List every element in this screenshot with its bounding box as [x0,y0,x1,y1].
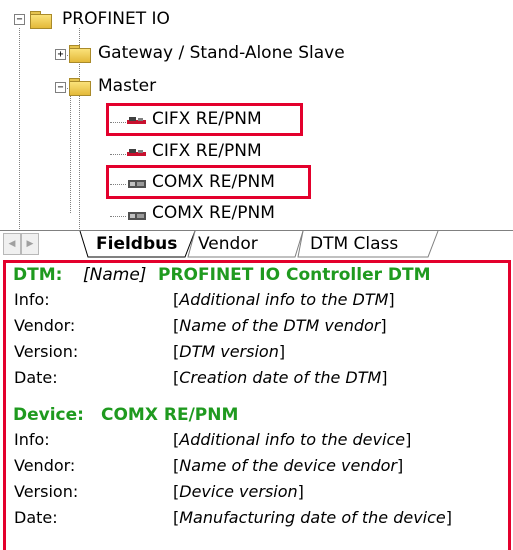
dtm-date-value: [Creation date of the DTM] [173,368,388,387]
dtm-info-label: Info: [14,290,50,309]
expand-icon[interactable]: + [55,49,66,60]
tree-connector-line [110,216,126,217]
tree-connector-line [110,154,126,155]
tree-node-profinet-io[interactable]: PROFINET IO [62,9,170,29]
device-catalog-tree: − PROFINET IO + Gateway / Stand-Alone Sl… [0,0,513,233]
device-heading: Device: [13,405,84,425]
tree-node-device[interactable]: CIFX RE/PNM [152,141,262,161]
catalog-tab-bar: ◀ ▶ Fieldbus Vendor DTM Class [0,230,513,260]
dtm-version-value: [DTM version] [173,342,286,361]
device-version-value: [Device version] [173,482,304,501]
device-vendor-value: [Name of the device vendor] [173,456,404,475]
dtm-name-placeholder: [Name] [83,265,147,285]
tab-dtm-class[interactable]: DTM Class [310,231,398,257]
dtm-info-value: [Additional info to the DTM] [173,290,395,309]
device-vendor-label: Vendor: [14,456,76,475]
device-info-value: [Additional info to the device] [173,430,412,449]
dtm-heading: DTM: [13,265,63,285]
collapse-icon[interactable]: − [14,14,25,25]
tree-node-device[interactable]: COMX RE/PNM [152,203,275,223]
dtm-vendor-value: [Name of the DTM vendor] [173,316,387,335]
tab-fieldbus[interactable]: Fieldbus [96,231,177,257]
comx-module-icon [128,212,146,220]
highlight-frame [106,103,303,136]
dtm-name: PROFINET IO Controller DTM [158,265,431,285]
device-date-value: [Manufacturing date of the device] [173,508,453,527]
folder-icon [69,45,91,63]
tree-node-gateway[interactable]: Gateway / Stand-Alone Slave [98,43,345,63]
tab-vendor[interactable]: Vendor [198,231,258,257]
tree-connector-line [70,96,71,213]
folder-icon [69,78,91,96]
highlight-frame [106,165,311,199]
device-date-label: Date: [14,508,58,527]
tree-connector-line [19,28,20,233]
cifx-card-icon [127,149,146,156]
device-info-label: Info: [14,430,50,449]
collapse-icon[interactable]: − [55,82,66,93]
tree-node-master[interactable]: Master [98,76,156,96]
device-version-label: Version: [14,482,79,501]
dtm-date-label: Date: [14,368,58,387]
folder-icon [30,11,52,29]
dtm-vendor-label: Vendor: [14,316,76,335]
dtm-info-panel: DTM: [Name] PROFINET IO Controller DTM I… [3,260,511,550]
device-name: COMX RE/PNM [101,405,239,425]
dtm-version-label: Version: [14,342,79,361]
